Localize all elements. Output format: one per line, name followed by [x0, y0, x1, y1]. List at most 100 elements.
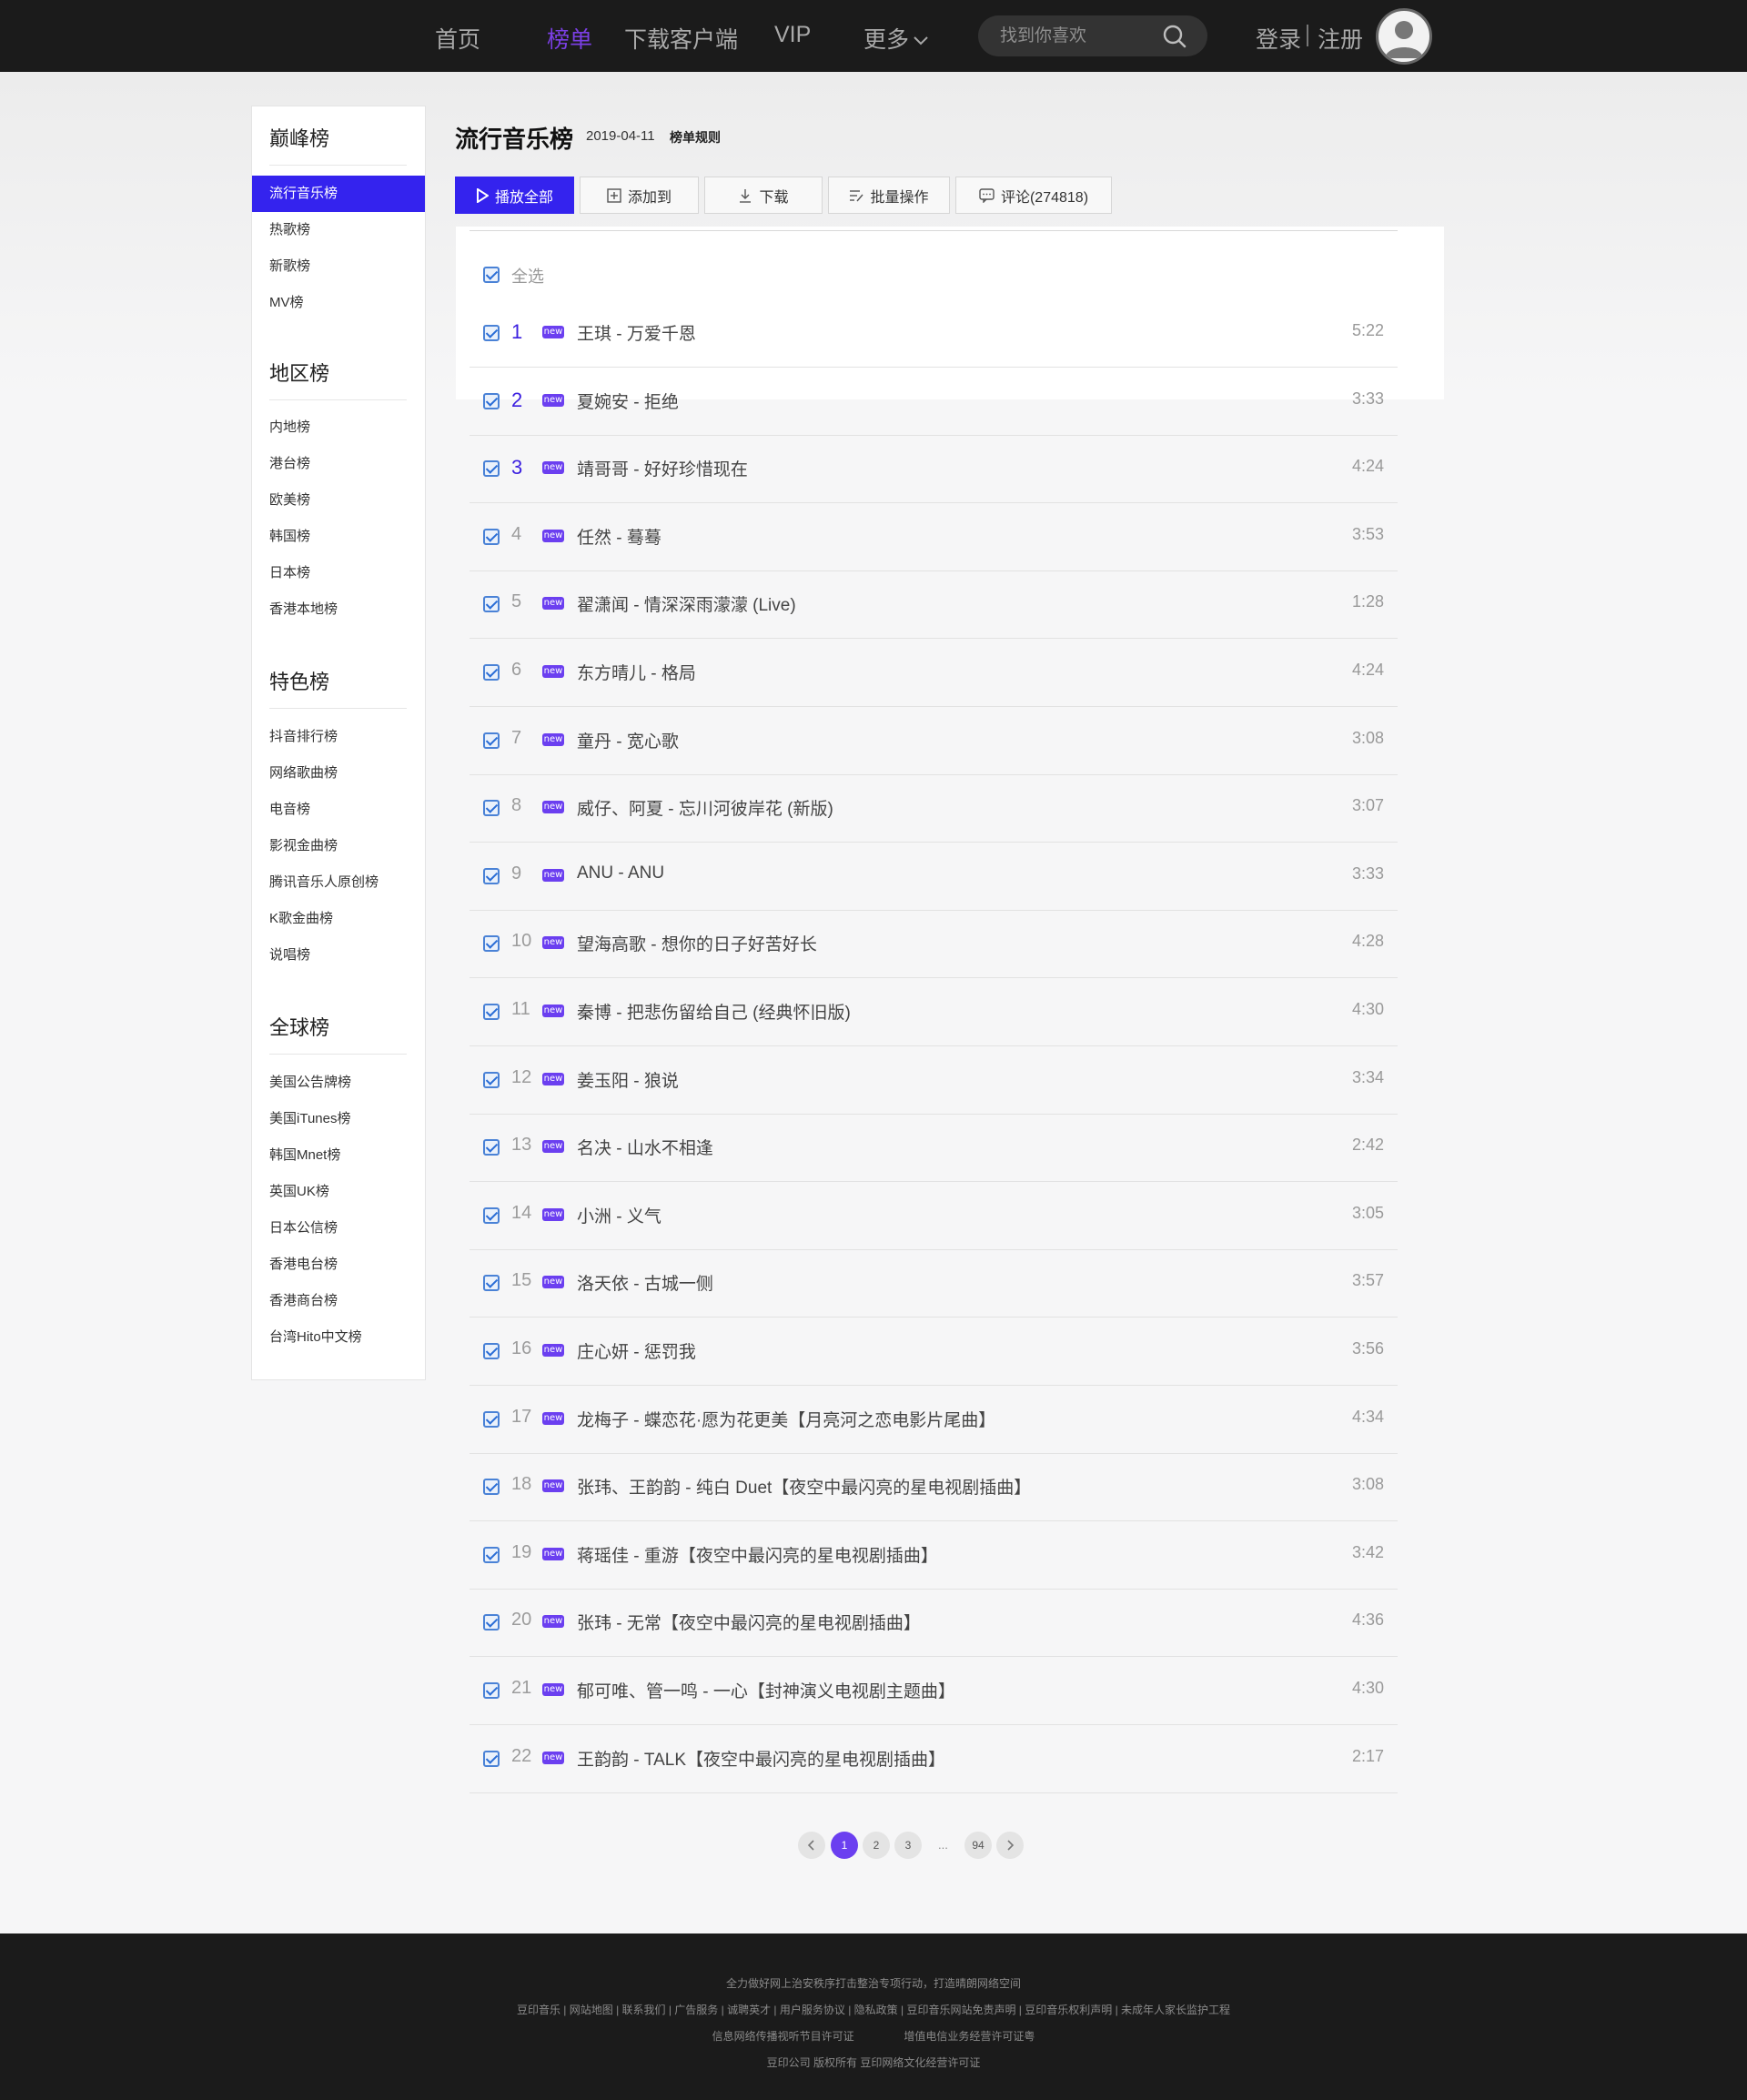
song-title[interactable]: 王韵韵 - TALK【夜空中最闪亮的星电视剧插曲】 — [577, 1746, 945, 1771]
sidebar-item-douyin[interactable]: 抖音排行榜 — [252, 719, 425, 755]
register-link[interactable]: 注册 — [1318, 22, 1363, 55]
sidebar-item-film-tv[interactable]: 影视金曲榜 — [252, 828, 425, 864]
chart-rules-link[interactable]: 榜单规则 — [670, 128, 721, 146]
song-row[interactable]: 3 new 靖哥哥 - 好好珍惜现在 4:24 — [470, 435, 1398, 504]
song-checkbox[interactable] — [483, 935, 500, 953]
search-icon[interactable] — [1162, 24, 1187, 49]
song-title[interactable]: 童丹 - 宽心歌 — [577, 728, 679, 752]
song-title[interactable]: 小洲 - 义气 — [577, 1203, 661, 1227]
song-row[interactable]: 10 new 望海高歌 - 想你的日子好苦好长 4:28 — [470, 910, 1398, 979]
play-all-button[interactable]: 播放全部 — [455, 177, 574, 214]
batch-operation-button[interactable]: 批量操作 — [828, 177, 950, 214]
song-row[interactable]: 14 new 小洲 - 义气 3:05 — [470, 1182, 1398, 1250]
sidebar-item-tme-original[interactable]: 腾讯音乐人原创榜 — [252, 864, 425, 901]
song-title[interactable]: 庄心妍 - 惩罚我 — [577, 1338, 696, 1363]
song-row[interactable]: 20 new 张玮 - 无常【夜空中最闪亮的星电视剧插曲】 4:36 — [470, 1589, 1398, 1658]
song-row[interactable]: 9 new ANU - ANU 3:33 — [470, 843, 1398, 911]
sidebar-item-hk-local[interactable]: 香港本地榜 — [252, 591, 425, 628]
song-checkbox[interactable] — [483, 325, 500, 341]
user-avatar[interactable] — [1376, 8, 1432, 65]
sidebar-item-hk-tw[interactable]: 港台榜 — [252, 446, 425, 482]
song-checkbox[interactable] — [483, 1479, 500, 1496]
song-row[interactable]: 2 new 夏婉安 - 拒绝 3:33 — [470, 368, 1398, 436]
song-row[interactable]: 6 new 东方晴儿 - 格局 4:24 — [470, 639, 1398, 707]
footer-license-icp[interactable]: 增值电信业务经营许可证粤 — [904, 2030, 1035, 2043]
song-row[interactable]: 22 new 王韵韵 - TALK【夜空中最闪亮的星电视剧插曲】 2:17 — [470, 1725, 1398, 1793]
song-checkbox[interactable] — [483, 1343, 500, 1359]
song-checkbox[interactable] — [483, 1071, 500, 1088]
song-title[interactable]: 蒋瑶佳 - 重游【夜空中最闪亮的星电视剧插曲】 — [577, 1542, 938, 1567]
sidebar-item-western[interactable]: 欧美榜 — [252, 482, 425, 519]
sidebar-item-internet[interactable]: 网络歌曲榜 — [252, 755, 425, 792]
prev-page-button[interactable] — [798, 1832, 825, 1859]
song-title[interactable]: 洛天依 - 古城一侧 — [577, 1270, 713, 1295]
sidebar-item-karaoke[interactable]: K歌金曲榜 — [252, 901, 425, 937]
song-title[interactable]: 靖哥哥 - 好好珍惜现在 — [577, 456, 748, 480]
song-title[interactable]: 龙梅子 - 蝶恋花·愿为花更美【月亮河之恋电影片尾曲】 — [577, 1407, 995, 1431]
sidebar-item-pop[interactable]: 流行音乐榜 — [252, 176, 425, 212]
song-title[interactable]: 秦博 - 把悲伤留给自己 (经典怀旧版) — [577, 999, 851, 1024]
song-checkbox[interactable] — [483, 1004, 500, 1020]
song-title[interactable]: ANU - ANU — [577, 863, 664, 883]
song-checkbox[interactable] — [483, 867, 500, 884]
song-title[interactable]: 王琪 - 万爱千恩 — [577, 320, 696, 345]
sidebar-item-uk[interactable]: 英国UK榜 — [252, 1174, 425, 1210]
nav-home[interactable]: 首页 — [435, 22, 480, 55]
sidebar-item-new[interactable]: 新歌榜 — [252, 248, 425, 285]
song-checkbox[interactable] — [483, 528, 500, 545]
song-checkbox[interactable] — [483, 732, 500, 749]
song-title[interactable]: 威仔、阿夏 - 忘川河彼岸花 (新版) — [577, 795, 833, 820]
add-to-button[interactable]: 添加到 — [580, 177, 699, 214]
search-input[interactable] — [1000, 15, 1164, 56]
nav-more[interactable]: 更多 — [863, 22, 929, 55]
sidebar-item-electronic[interactable]: 电音榜 — [252, 792, 425, 828]
sidebar-item-mainland[interactable]: 内地榜 — [252, 409, 425, 446]
song-row[interactable]: 17 new 龙梅子 - 蝶恋花·愿为花更美【月亮河之恋电影片尾曲】 4:34 — [470, 1386, 1398, 1454]
sidebar-item-oricon[interactable]: 日本公信榜 — [252, 1210, 425, 1247]
sidebar-item-rthk[interactable]: 香港电台榜 — [252, 1247, 425, 1283]
page-button-3[interactable]: 3 — [894, 1832, 922, 1859]
sidebar-item-mv[interactable]: MV榜 — [252, 285, 425, 321]
song-checkbox[interactable] — [483, 1275, 500, 1292]
sidebar-item-crhk[interactable]: 香港商台榜 — [252, 1283, 425, 1319]
song-row[interactable]: 18 new 张玮、王韵韵 - 纯白 Duet【夜空中最闪亮的星电视剧插曲】 3:08 — [470, 1453, 1398, 1522]
page-button-1[interactable]: 1 — [831, 1832, 858, 1859]
song-title[interactable]: 东方晴儿 - 格局 — [577, 660, 696, 684]
song-row[interactable]: 16 new 庄心妍 - 惩罚我 3:56 — [470, 1318, 1398, 1386]
song-checkbox[interactable] — [483, 1682, 500, 1699]
song-row[interactable]: 5 new 翟潇闻 - 情深深雨濛濛 (Live) 1:28 — [470, 570, 1398, 640]
next-page-button[interactable] — [996, 1832, 1024, 1859]
page-button-2[interactable]: 2 — [863, 1832, 890, 1859]
page-button-last[interactable]: 94 — [964, 1832, 992, 1859]
song-title[interactable]: 张玮、王韵韵 - 纯白 Duet【夜空中最闪亮的星电视剧插曲】 — [577, 1474, 1031, 1499]
song-checkbox[interactable] — [483, 392, 500, 409]
footer-license-av[interactable]: 信息网络传播视听节目许可证 — [712, 2030, 854, 2043]
song-checkbox[interactable] — [483, 800, 500, 817]
song-title[interactable]: 姜玉阳 - 狼说 — [577, 1067, 679, 1092]
song-title[interactable]: 名决 - 山水不相逢 — [577, 1135, 713, 1159]
song-checkbox[interactable] — [483, 1546, 500, 1563]
song-checkbox[interactable] — [483, 1206, 500, 1224]
sidebar-item-hot[interactable]: 热歌榜 — [252, 212, 425, 248]
sidebar-item-japan[interactable]: 日本榜 — [252, 555, 425, 591]
sidebar-item-mnet[interactable]: 韩国Mnet榜 — [252, 1137, 425, 1174]
song-checkbox[interactable] — [483, 1139, 500, 1156]
song-row[interactable]: 8 new 威仔、阿夏 - 忘川河彼岸花 (新版) 3:07 — [470, 774, 1398, 843]
comments-button[interactable]: 评论(274818) — [955, 177, 1112, 214]
song-row[interactable]: 1 new 王琪 - 万爱千恩 5:22 — [470, 299, 1398, 368]
sidebar-item-billboard[interactable]: 美国公告牌榜 — [252, 1065, 425, 1101]
song-checkbox[interactable] — [483, 596, 500, 613]
song-row[interactable]: 19 new 蒋瑶佳 - 重游【夜空中最闪亮的星电视剧插曲】 3:42 — [470, 1521, 1398, 1590]
song-row[interactable]: 4 new 任然 - 蓦蓦 3:53 — [470, 503, 1398, 571]
sidebar-item-korea[interactable]: 韩国榜 — [252, 519, 425, 555]
sidebar-item-rap[interactable]: 说唱榜 — [252, 937, 425, 974]
song-title[interactable]: 望海高歌 - 想你的日子好苦好长 — [577, 931, 817, 955]
song-checkbox[interactable] — [483, 1410, 500, 1428]
nav-vip[interactable]: VIP — [774, 22, 811, 48]
song-row[interactable]: 13 new 名决 - 山水不相逢 2:42 — [470, 1114, 1398, 1183]
song-row[interactable]: 15 new 洛天依 - 古城一侧 3:57 — [470, 1249, 1398, 1318]
song-title[interactable]: 夏婉安 - 拒绝 — [577, 389, 679, 413]
nav-download-client[interactable]: 下载客户端 — [624, 22, 738, 55]
song-row[interactable]: 21 new 郁可唯、管一鸣 - 一心【封神演义电视剧主题曲】 4:30 — [470, 1657, 1398, 1725]
song-title[interactable]: 郁可唯、管一鸣 - 一心【封神演义电视剧主题曲】 — [577, 1678, 955, 1702]
